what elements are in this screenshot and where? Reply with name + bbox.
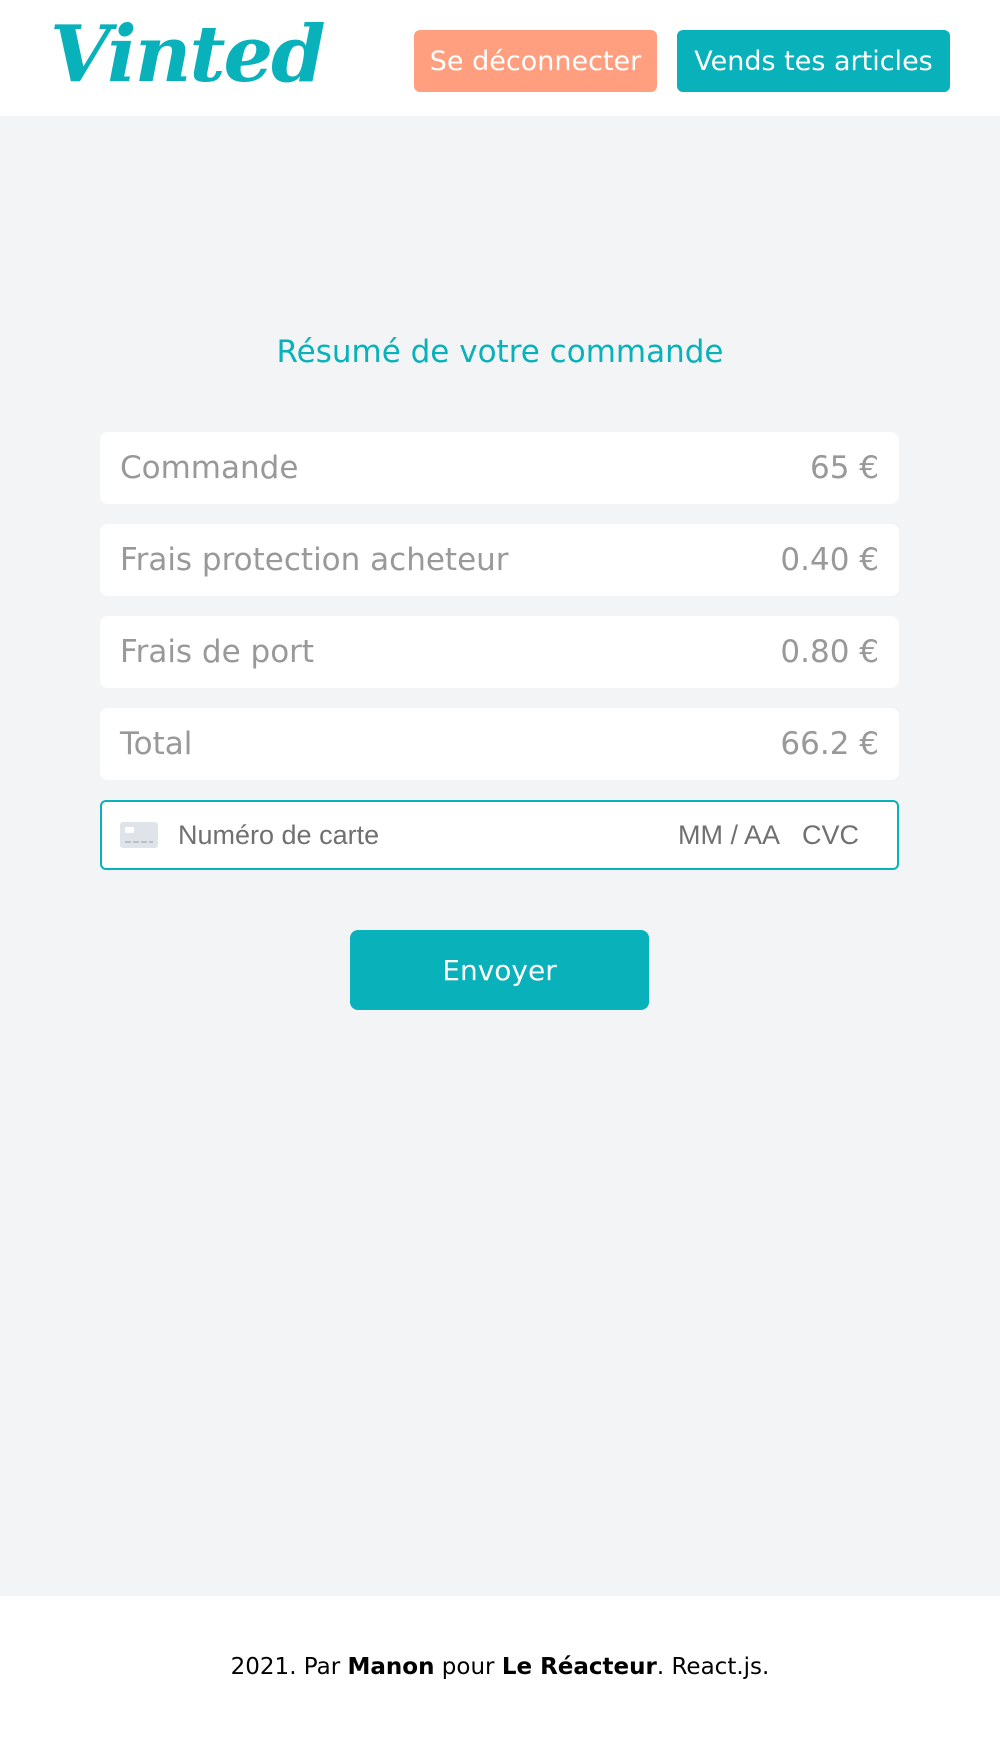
footer-prefix: 2021. Par — [230, 1654, 348, 1680]
summary-row-total: Total 66.2 € — [100, 708, 899, 780]
logout-button[interactable]: Se déconnecter — [414, 30, 657, 92]
summary-row-value: 0.80 € — [780, 634, 879, 670]
vinted-logo[interactable]: Vinted — [50, 10, 326, 100]
submit-payment-button[interactable]: Envoyer — [350, 930, 649, 1010]
summary-row-label: Total — [120, 726, 193, 762]
card-expiry-field[interactable]: MM / AA — [678, 820, 780, 851]
card-cvc-field[interactable]: CVC — [802, 820, 859, 851]
summary-row-label: Frais protection acheteur — [120, 542, 509, 578]
summary-row-value: 0.40 € — [780, 542, 879, 578]
footer-credits: 2021. Par Manon pour Le Réacteur. React.… — [0, 1654, 1000, 1680]
footer-middle: pour — [434, 1654, 502, 1680]
sell-articles-button[interactable]: Vends tes articles — [677, 30, 950, 92]
header: Vinted Se déconnecter Vends tes articles — [0, 0, 1000, 116]
card-input[interactable]: Numéro de carte MM / AA CVC — [100, 800, 899, 870]
payment-page: Résumé de votre commande Commande 65 € F… — [0, 116, 1000, 1596]
summary-row-label: Commande — [120, 450, 299, 486]
summary-row-buyer-protection: Frais protection acheteur 0.40 € — [100, 524, 899, 596]
summary-row-value: 66.2 € — [780, 726, 879, 762]
summary-row-label: Frais de port — [120, 634, 315, 670]
summary-row-value: 65 € — [809, 450, 879, 486]
footer-author: Manon — [347, 1654, 435, 1680]
card-number-field[interactable]: Numéro de carte — [178, 820, 678, 851]
page-title: Résumé de votre commande — [276, 334, 724, 370]
footer: 2021. Par Manon pour Le Réacteur. React.… — [0, 1596, 1000, 1744]
summary-row-order: Commande 65 € — [100, 432, 899, 504]
footer-suffix: . React.js. — [656, 1654, 770, 1680]
summary-row-shipping: Frais de port 0.80 € — [100, 616, 899, 688]
credit-card-icon — [120, 822, 158, 848]
footer-school: Le Réacteur — [501, 1654, 657, 1680]
